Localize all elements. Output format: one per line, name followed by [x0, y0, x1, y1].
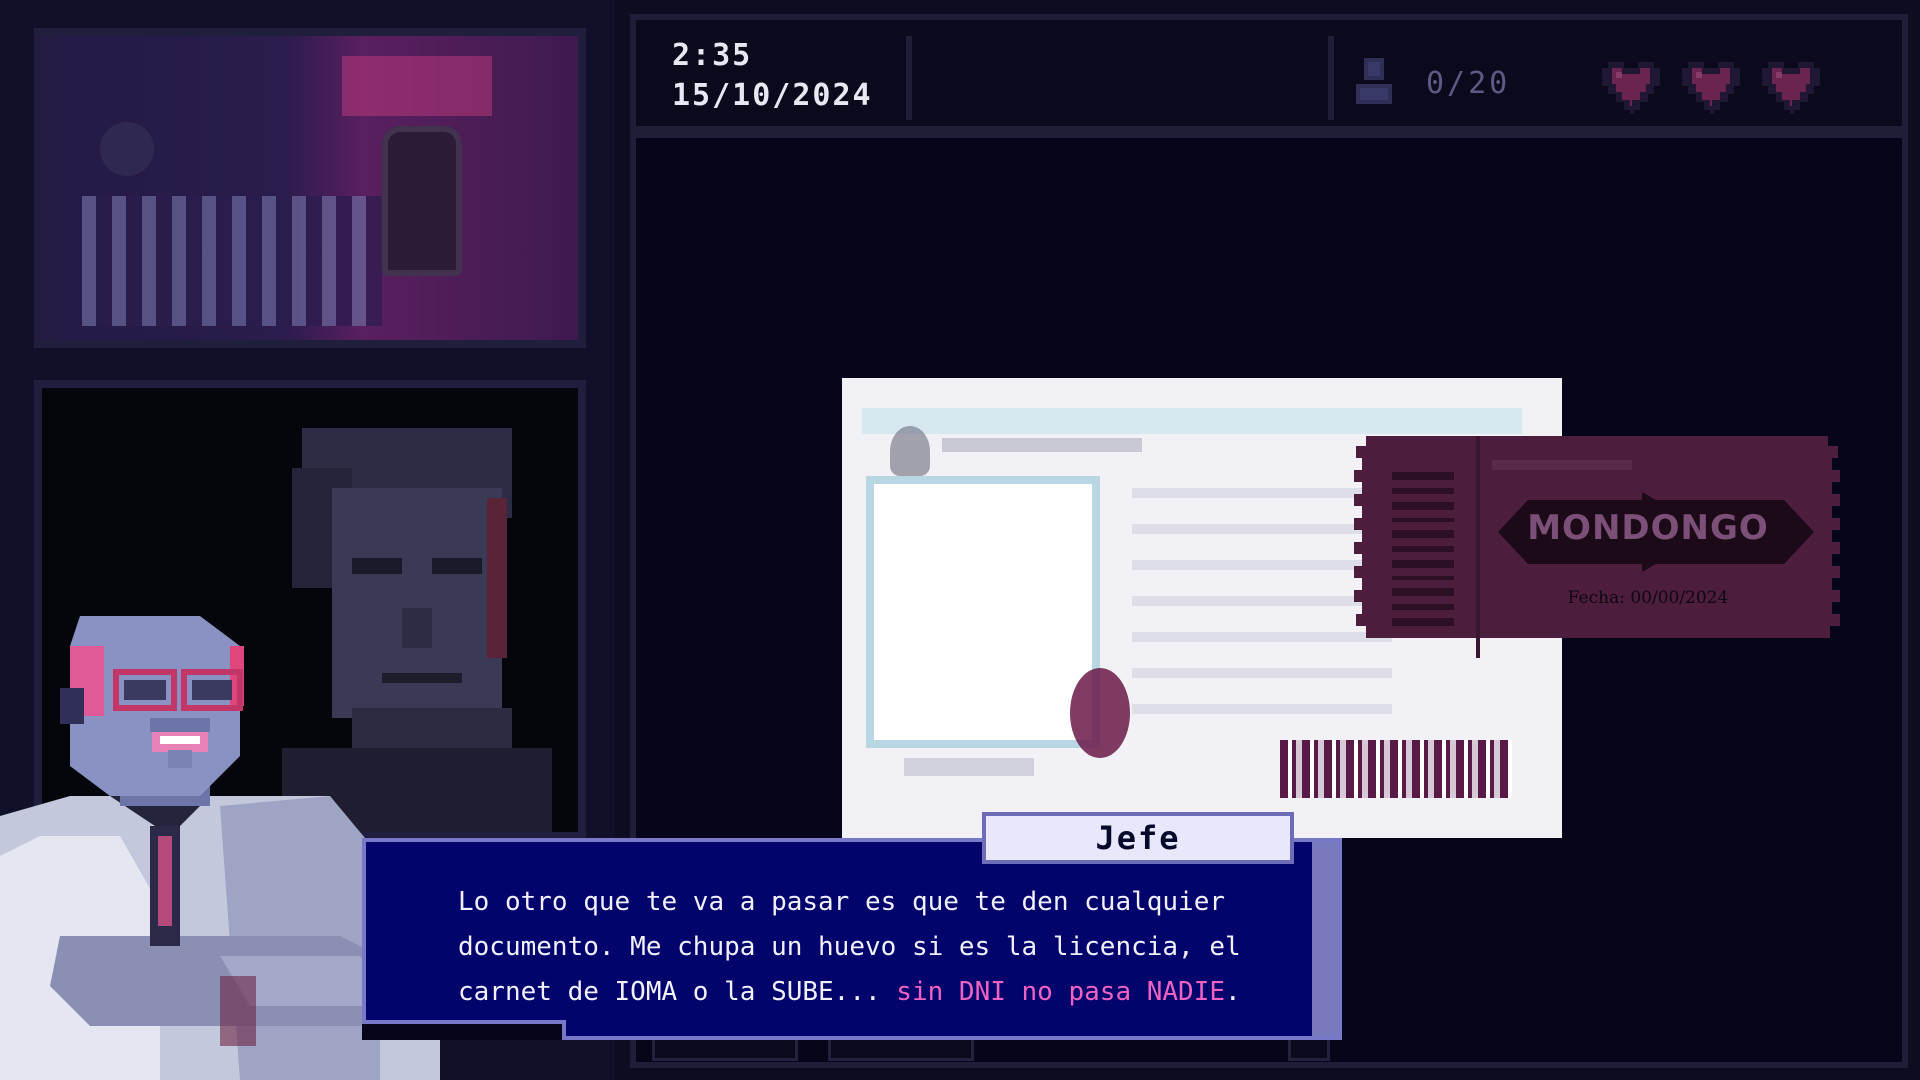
dialog-notch — [362, 1020, 566, 1040]
dialog-box[interactable]: Lo otro que te va a pasar es que te den … — [362, 838, 1342, 1040]
hud-divider — [1328, 36, 1334, 120]
queue-camera-feed — [34, 28, 586, 348]
heart-icon — [1602, 62, 1660, 114]
heart-icon — [1682, 62, 1740, 114]
game-screen: 2:35 15/10/2024 0/20 MONDONGO Fecha: 00/… — [0, 0, 1920, 1080]
dialog-text-highlight: sin DNI no pasa NADIE — [896, 977, 1226, 1007]
heart-icon — [1762, 62, 1820, 114]
person-icon — [1356, 58, 1392, 104]
barcode — [1280, 740, 1512, 798]
people-counter: 0/20 — [1426, 66, 1511, 101]
hud-divider — [906, 36, 912, 120]
neon-sign — [342, 56, 492, 116]
cctv-icon — [100, 122, 154, 176]
speaker-name-tag: Jefe — [982, 812, 1294, 864]
clock-date: 15/10/2024 — [672, 78, 873, 113]
id-number — [904, 758, 1034, 776]
seal-icon — [1070, 668, 1130, 758]
id-card-header-text — [942, 438, 1142, 452]
ticket-date: Fecha: 00/00/2024 — [1567, 588, 1729, 608]
dialog-text: Lo otro que te va a pasar es que te den … — [458, 880, 1278, 1015]
clock-time: 2:35 — [672, 38, 753, 73]
club-door — [382, 126, 462, 276]
dialog-text-end: . — [1225, 977, 1241, 1007]
queue-people — [82, 196, 382, 326]
id-card-header-band — [862, 408, 1522, 434]
ticket-title: MONDONGO — [1527, 508, 1769, 548]
id-photo — [874, 484, 1092, 740]
dialog-scroll-bar — [1312, 842, 1338, 1036]
crest-icon — [890, 426, 930, 476]
top-hud: 2:35 15/10/2024 0/20 — [630, 14, 1908, 132]
